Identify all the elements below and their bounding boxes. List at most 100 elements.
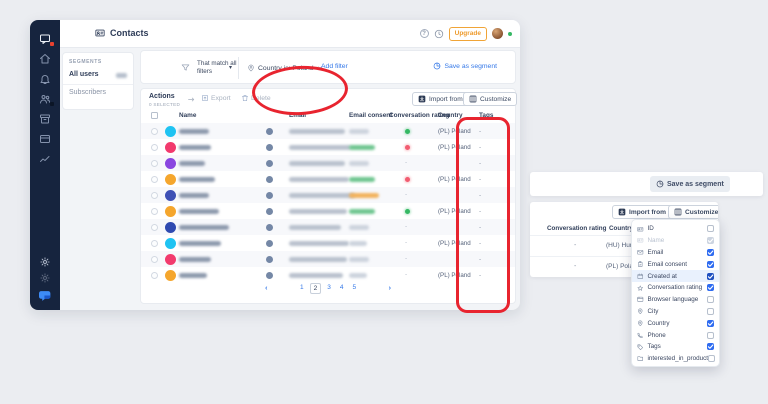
email-consent-redacted [349, 209, 375, 214]
contact-name-redacted [179, 273, 207, 278]
column-option-tags[interactable]: Tags [632, 341, 719, 353]
nav-item-chats[interactable] [39, 33, 51, 45]
apps-gear-icon[interactable] [40, 273, 50, 283]
table-row[interactable]: (PL) Poland- [141, 171, 515, 187]
inset-save-as-segment-label: Save as segment [667, 181, 724, 188]
page-number-4[interactable]: 4 [337, 283, 346, 294]
column-option-city[interactable]: City [632, 306, 719, 318]
column-checkbox[interactable] [707, 308, 714, 315]
select-all-checkbox[interactable] [151, 112, 158, 119]
inset-save-as-segment-button[interactable]: Save as segment [650, 176, 730, 192]
nav-item-tickets[interactable] [39, 133, 51, 145]
table-row[interactable]: (PL) Poland- [141, 139, 515, 155]
column-option-country[interactable]: Country [632, 317, 719, 329]
table-row[interactable]: (PL) Poland- [141, 123, 515, 139]
column-checkbox[interactable] [707, 261, 714, 268]
row-checkbox[interactable] [151, 224, 158, 231]
rating-dot-red [405, 177, 410, 182]
user-avatar[interactable] [492, 28, 503, 39]
column-option-email-consent[interactable]: Email consent [632, 258, 719, 270]
inset-customize-button[interactable]: Customize [668, 205, 718, 219]
contact-name-redacted [179, 225, 229, 230]
column-checkbox[interactable] [707, 320, 714, 327]
page-number-5[interactable]: 5 [350, 283, 359, 294]
email-consent-redacted [349, 225, 369, 230]
grid-icon [674, 208, 682, 216]
column-option-browser-language[interactable]: Browser language [632, 294, 719, 306]
row-checkbox[interactable] [151, 144, 158, 151]
column-option-created-at[interactable]: Created at [632, 270, 719, 282]
settings-gear-icon[interactable] [40, 257, 50, 267]
row-checkbox[interactable] [151, 160, 158, 167]
online-status-dot [508, 32, 512, 36]
table-row[interactable]: -(PL) Poland- [141, 235, 515, 251]
nav-item-archives[interactable] [39, 113, 51, 125]
livechat-logo-icon[interactable] [39, 289, 52, 302]
table-row[interactable]: -- [141, 219, 515, 235]
match-mode-dropdown[interactable]: That match all filters [197, 60, 239, 76]
column-header-email-consent[interactable]: Email consent [349, 112, 392, 119]
table-row[interactable]: -(PL) Poland- [141, 267, 515, 283]
segment-item-all-users[interactable]: All users [63, 67, 133, 83]
home-icon [39, 53, 51, 65]
row-checkbox[interactable] [151, 128, 158, 135]
column-checkbox[interactable] [708, 355, 715, 362]
row-checkbox[interactable] [151, 208, 158, 215]
column-checkbox[interactable] [707, 296, 714, 303]
row-checkbox[interactable] [151, 176, 158, 183]
column-checkbox[interactable] [707, 284, 714, 291]
row-checkbox[interactable] [151, 240, 158, 247]
tags-cell: - [479, 208, 481, 215]
page-number-1[interactable]: 1 [297, 283, 306, 294]
avatar [165, 190, 176, 201]
prev-page-button[interactable]: ‹ [265, 285, 267, 292]
column-header-country[interactable]: Country [438, 112, 463, 119]
clock-icon[interactable] [434, 29, 444, 39]
column-checkbox[interactable] [707, 273, 714, 280]
nav-item-home[interactable] [39, 53, 51, 65]
column-option-id[interactable]: ID [632, 223, 719, 235]
delete-button[interactable]: Delete [241, 94, 271, 102]
rating-dot-green [405, 209, 410, 214]
save-as-segment-link[interactable]: Save as segment [433, 62, 497, 70]
nav-item-team[interactable] [39, 93, 51, 105]
column-checkbox[interactable] [707, 343, 714, 350]
column-option-label: Browser language [648, 296, 699, 303]
column-header-email[interactable]: Email [289, 112, 306, 119]
column-header-tags[interactable]: Tags [479, 112, 493, 119]
column-option-name[interactable]: Name [632, 235, 719, 247]
avatar [165, 174, 176, 185]
row-checkbox[interactable] [151, 272, 158, 279]
column-checkbox[interactable] [707, 249, 714, 256]
column-checkbox[interactable] [707, 225, 714, 232]
column-option-email[interactable]: Email [632, 247, 719, 259]
table-row[interactable]: -- [141, 155, 515, 171]
page-number-2[interactable]: 2 [310, 283, 321, 294]
column-option-phone[interactable]: Phone [632, 329, 719, 341]
next-page-button[interactable]: › [389, 285, 391, 292]
save-as-segment-label: Save as segment [444, 63, 497, 70]
column-option-conversation-rating[interactable]: Conversation rating [632, 282, 719, 294]
customize-button[interactable]: Customize [463, 92, 517, 106]
column-checkbox[interactable] [707, 332, 714, 339]
trash-icon [241, 94, 249, 102]
export-button[interactable]: Export [201, 94, 231, 102]
column-option-interested-in-product[interactable]: interested_in_product [632, 353, 719, 365]
column-header-name[interactable]: Name [179, 112, 196, 119]
nav-item-engage[interactable] [39, 73, 51, 85]
nav-item-reports[interactable] [39, 153, 51, 165]
column-checkbox[interactable] [707, 237, 714, 244]
upgrade-button[interactable]: Upgrade [449, 27, 487, 41]
add-filter-link[interactable]: Add filter [321, 63, 348, 70]
filter-chip-country[interactable]: Country is: Poland [243, 58, 327, 78]
row-checkbox[interactable] [151, 256, 158, 263]
segment-item-subscribers[interactable]: Subscribers [69, 89, 106, 96]
table-row[interactable]: (PL) Poland- [141, 203, 515, 219]
table-row[interactable]: -- [141, 251, 515, 267]
import-icon [618, 208, 626, 216]
row-checkbox[interactable] [151, 192, 158, 199]
page-number-3[interactable]: 3 [325, 283, 334, 294]
contact-name-redacted [179, 129, 209, 134]
table-row[interactable]: -- [141, 187, 515, 203]
help-icon[interactable]: ? [420, 29, 429, 38]
